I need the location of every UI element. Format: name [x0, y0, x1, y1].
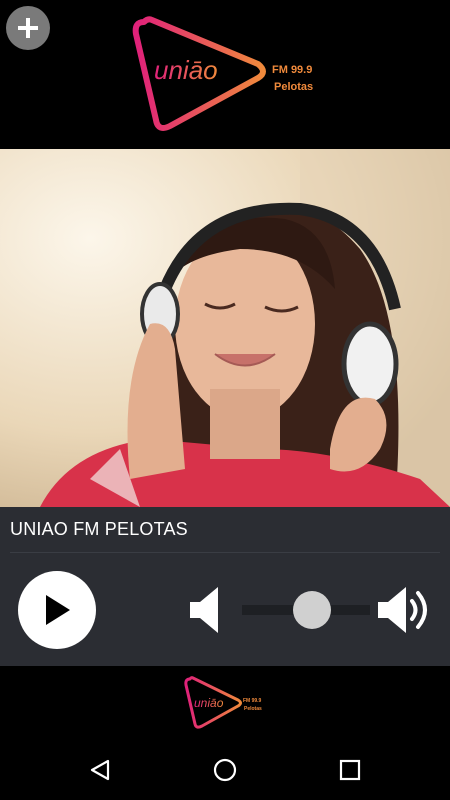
system-nav-bar: [0, 740, 450, 800]
volume-high-button[interactable]: [376, 585, 434, 635]
recents-square-icon: [339, 759, 361, 781]
volume-high-icon: [378, 587, 427, 633]
station-logo-small: uniāo FM 99.9 Pelotas: [180, 674, 270, 732]
logo-small-city: Pelotas: [244, 706, 262, 712]
hero-image: [0, 149, 450, 507]
volume-low-icon: [190, 587, 218, 633]
player-panel: UNIAO FM PELOTAS: [0, 507, 450, 666]
plus-icon: [18, 18, 38, 38]
station-logo: uniāo FM 99.9 Pelotas: [130, 12, 330, 137]
add-button[interactable]: [6, 6, 50, 50]
nav-recents-button[interactable]: [334, 754, 366, 786]
station-name: UNIAO FM PELOTAS: [10, 519, 188, 539]
nav-back-button[interactable]: [84, 754, 116, 786]
volume-slider-thumb[interactable]: [293, 591, 332, 629]
volume-low-button[interactable]: [188, 585, 222, 635]
logo-small-brand-text: uniāo: [194, 696, 224, 710]
nav-home-button[interactable]: [209, 754, 241, 786]
back-triangle-icon: [90, 759, 110, 781]
logo-brand-text: uniāo: [154, 55, 218, 85]
logo-city: Pelotas: [274, 81, 313, 93]
logo-frequency: FM 99.9: [272, 64, 312, 76]
play-icon: [46, 595, 70, 625]
home-circle-icon: [213, 758, 237, 782]
logo-small-frequency: FM 99.9: [243, 698, 262, 704]
divider: [10, 552, 440, 553]
play-button[interactable]: [18, 571, 96, 649]
